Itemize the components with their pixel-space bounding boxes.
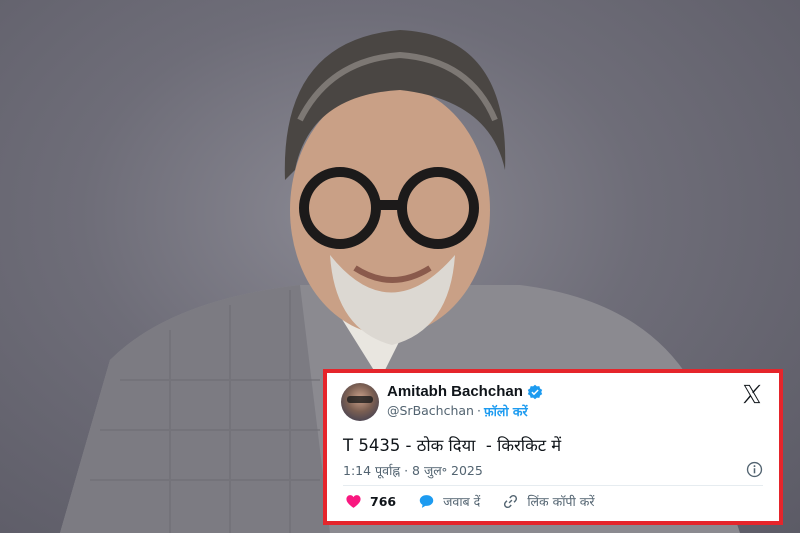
link-icon [504, 494, 518, 509]
reply-label: जवाब दें [443, 494, 481, 509]
tweet-actions: 766 जवाब दें लिंक कॉपी करें [345, 493, 594, 510]
copy-link-button[interactable]: लिंक कॉपी करें [502, 493, 594, 510]
tweet-timestamp[interactable]: 1:14 पूर्वाह्न · 8 जुल॰ 2025 [343, 462, 483, 479]
tweet-embed[interactable]: Amitabh Bachchan @SrBachchan · फ़ॉलो करे… [333, 377, 773, 521]
author-display-name[interactable]: Amitabh Bachchan [387, 383, 523, 400]
copy-link-label: लिंक कॉपी करें [527, 494, 595, 509]
author-handle[interactable]: @SrBachchan [387, 403, 474, 420]
reply-bubble-icon [419, 495, 434, 508]
follow-link[interactable]: फ़ॉलो करें [484, 403, 528, 420]
verified-badge-icon [527, 384, 543, 399]
author-name-row: Amitabh Bachchan [387, 383, 543, 400]
tweet-card-frame: Amitabh Bachchan @SrBachchan · फ़ॉलो करे… [323, 369, 783, 525]
avatar[interactable] [341, 383, 379, 421]
info-icon[interactable] [746, 461, 763, 478]
reply-button[interactable]: जवाब दें [418, 493, 480, 510]
heart-icon [346, 495, 361, 508]
like-button[interactable]: 766 [345, 493, 396, 510]
like-count: 766 [370, 494, 397, 509]
x-logo-icon[interactable] [741, 383, 763, 405]
divider [343, 485, 763, 486]
author-handle-row: @SrBachchan · फ़ॉलो करें [387, 403, 528, 420]
tweet-text: T 5435 - ठोक दिया - किरकिट में [343, 436, 562, 455]
handle-separator: · [476, 403, 481, 418]
